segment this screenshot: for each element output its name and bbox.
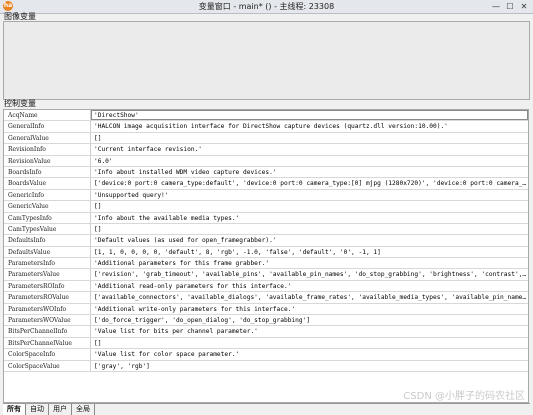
variable-row[interactable]: RevisionInfo 'Current interface revision.… xyxy=(4,144,528,156)
variable-value[interactable]: 'Additional write-only parameters for th… xyxy=(91,304,528,314)
variable-value[interactable]: [] xyxy=(91,338,528,348)
variable-value[interactable]: 'Additional parameters for this frame gr… xyxy=(91,258,528,268)
variable-name: GenericInfo xyxy=(4,189,91,201)
variable-value[interactable]: [] xyxy=(91,224,528,234)
variable-row[interactable]: CamTypesValue[] xyxy=(4,223,528,236)
variable-name: BoardsInfo xyxy=(4,166,91,178)
variable-name: CamTypesInfo xyxy=(4,212,91,223)
minimize-button[interactable]: — xyxy=(489,0,503,13)
variable-value[interactable]: 'Default values (as used for open_frameg… xyxy=(91,235,528,245)
close-button[interactable]: ✕ xyxy=(517,0,531,13)
variable-row[interactable]: ColorSpaceValue ['gray', 'rgb'] xyxy=(4,360,528,372)
variable-value[interactable]: '6.0' xyxy=(91,156,528,166)
variable-name: DefaultsValue xyxy=(4,246,91,258)
variable-name: ColorSpaceInfo xyxy=(4,349,91,360)
control-variables-label: 控制变量 xyxy=(4,99,36,108)
variable-name: ParametersWOInfo xyxy=(4,303,91,315)
variable-value[interactable]: 'HALCON image acquisition interface for … xyxy=(91,121,528,131)
variable-row[interactable]: ColorSpaceInfo 'Value list for color spac… xyxy=(4,349,528,361)
variable-value[interactable]: [1, 1, 0, 0, 0, 0, 'default', 8, 'rgb', … xyxy=(91,247,528,257)
variable-value[interactable]: 'Unsupported query!' xyxy=(91,190,528,200)
variable-name: DefaultsInfo xyxy=(4,235,91,246)
image-variables-panel[interactable] xyxy=(3,21,530,100)
variable-name: GenericValue xyxy=(4,201,91,212)
variable-row[interactable]: ParametersROValue ['available_connectors'… xyxy=(4,292,528,304)
variable-row[interactable]: ParametersROInfo 'Additional read-only pa… xyxy=(4,280,528,293)
variable-value[interactable]: ['do_force_trigger', 'do_open_dialog', '… xyxy=(91,315,528,325)
variable-row[interactable]: DefaultsValue [1, 1, 0, 0, 0, 0, 'default… xyxy=(4,246,528,259)
variable-name: AcqName xyxy=(4,110,91,121)
variable-row[interactable]: ParametersValue ['revision', 'grab_timeou… xyxy=(4,269,528,281)
variable-value[interactable]: 'Value list for bits per channel paramet… xyxy=(91,326,528,336)
variable-row[interactable]: GenericInfo 'Unsupported query!' xyxy=(4,189,528,202)
variable-row[interactable]: BitsPerChannelValue[] xyxy=(4,337,528,350)
variable-row[interactable]: ParametersInfo 'Additional parameters for… xyxy=(4,258,528,270)
variable-value[interactable]: ['gray', 'rgb'] xyxy=(91,361,528,371)
variable-name: GeneralValue xyxy=(4,132,91,144)
title-bar[interactable]: ha 变量窗口 - main* () - 主线程: 23308 — ☐ ✕ xyxy=(0,0,533,14)
variable-value[interactable]: ['available_connectors', 'available_dial… xyxy=(91,292,528,302)
variable-name: BoardsValue xyxy=(4,178,91,189)
variable-value[interactable]: 'Info about installed WDM video capture … xyxy=(91,167,528,177)
variable-name: CamTypesValue xyxy=(4,223,91,235)
variable-name: RevisionValue xyxy=(4,155,91,166)
variable-row[interactable]: ParametersWOValue ['do_force_trigger', 'd… xyxy=(4,315,528,327)
variable-value[interactable]: 'Additional read-only parameters for thi… xyxy=(91,281,528,291)
variable-value[interactable]: [] xyxy=(91,133,528,143)
variable-row[interactable]: BitsPerChannelInfo 'Value list for bits p… xyxy=(4,326,528,338)
variable-value[interactable]: 'Current interface revision.' xyxy=(91,144,528,154)
variable-name: ParametersROValue xyxy=(4,292,91,303)
variable-name: ParametersInfo xyxy=(4,258,91,269)
variable-row[interactable]: GeneralValue[] xyxy=(4,132,528,145)
tab-all[interactable]: 所有 xyxy=(3,404,26,415)
variable-name: BitsPerChannelInfo xyxy=(4,326,91,337)
window-title: 变量窗口 - main* () - 主线程: 23308 xyxy=(198,2,335,11)
variable-value[interactable]: [] xyxy=(91,201,528,211)
variable-name: ParametersValue xyxy=(4,269,91,280)
variable-row[interactable]: AcqName 'DirectShow' xyxy=(4,110,528,122)
variable-row[interactable]: BoardsInfo 'Info about installed WDM vide… xyxy=(4,166,528,179)
variable-name: ParametersROInfo xyxy=(4,280,91,292)
maximize-button[interactable]: ☐ xyxy=(503,0,517,13)
watermark: CSDN @小胖子的码农社区 xyxy=(403,391,525,402)
variable-row[interactable]: GenericValue[] xyxy=(4,201,528,213)
tab-user[interactable]: 用户 xyxy=(49,404,72,415)
variable-row[interactable]: GeneralInfo 'HALCON image acquisition int… xyxy=(4,121,528,133)
variable-value[interactable]: ['device:0 port:0 camera_type:default', … xyxy=(91,178,528,188)
control-variables-grid[interactable]: AcqName 'DirectShow' GeneralInfo 'HALCON im… xyxy=(3,109,529,403)
variable-value[interactable]: 'Value list for color space parameter.' xyxy=(91,349,528,359)
variable-name: BitsPerChannelValue xyxy=(4,337,91,349)
variable-name: GeneralInfo xyxy=(4,121,91,132)
variable-row[interactable]: CamTypesInfo 'Info about the available me… xyxy=(4,212,528,224)
variable-row[interactable]: ParametersWOInfo 'Additional write-only p… xyxy=(4,303,528,316)
tab-auto[interactable]: 自动 xyxy=(26,404,49,415)
variable-row[interactable]: RevisionValue '6.0' xyxy=(4,155,528,167)
variable-name: ColorSpaceValue xyxy=(4,360,91,371)
variable-row[interactable]: BoardsValue ['device:0 port:0 camera_type… xyxy=(4,178,528,190)
tab-global[interactable]: 全局 xyxy=(72,404,95,415)
variable-tab-bar: 所有 自动 用户 全局 xyxy=(3,403,530,415)
variable-value[interactable]: ['revision', 'grab_timeout', 'available_… xyxy=(91,269,528,279)
variable-value[interactable]: 'DirectShow' xyxy=(91,110,528,120)
variable-name: RevisionInfo xyxy=(4,144,91,155)
window-controls: — ☐ ✕ xyxy=(489,0,531,13)
variable-row[interactable]: DefaultsInfo 'Default values (as used for… xyxy=(4,235,528,247)
variable-value[interactable]: 'Info about the available media types.' xyxy=(91,213,528,223)
variable-name: ParametersWOValue xyxy=(4,315,91,326)
